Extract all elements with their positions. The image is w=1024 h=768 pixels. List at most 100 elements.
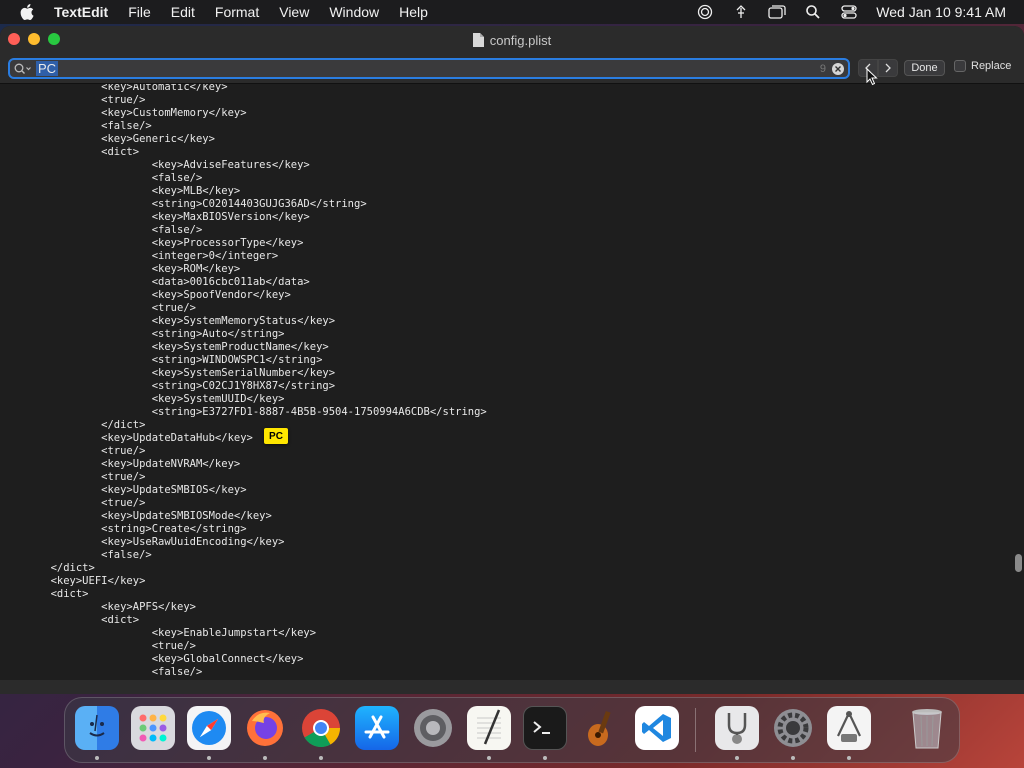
textedit-icon[interactable] [467, 706, 511, 750]
code-line[interactable]: <key>SystemMemoryStatus</key> [0, 315, 1000, 328]
code-line[interactable]: <string>C02CJ1Y8HX87</string> [0, 380, 1000, 393]
code-line[interactable]: <true/> [0, 497, 1000, 510]
code-line[interactable]: <key>EnableJumpstart</key> [0, 627, 1000, 640]
code-line[interactable]: <dict> [0, 588, 1000, 601]
code-line[interactable]: <key>GlobalConnect</key> [0, 653, 1000, 666]
code-line[interactable]: <key>SystemUUID</key> [0, 393, 1000, 406]
code-line[interactable]: <integer>0</integer> [0, 250, 1000, 263]
find-match-highlight: PC [264, 428, 288, 444]
screen-mirror-icon[interactable] [768, 3, 786, 21]
menu-view[interactable]: View [279, 4, 309, 20]
menu-bar: TextEdit File Edit Format View Window He… [0, 0, 1024, 24]
find-search-value[interactable]: PC [36, 61, 59, 76]
mouse-pointer-icon [866, 67, 878, 91]
code-line[interactable]: <false/> [0, 120, 1000, 133]
zoom-window-button[interactable] [48, 33, 60, 45]
code-line[interactable]: <key>SystemSerialNumber</key> [0, 367, 1000, 380]
system-information-icon[interactable] [411, 706, 455, 750]
replace-checkbox[interactable] [954, 60, 966, 72]
code-line[interactable]: <key>ProcessorType</key> [0, 237, 1000, 250]
next-match-button[interactable] [878, 59, 898, 77]
done-button[interactable]: Done [904, 60, 945, 76]
menu-format[interactable]: Format [215, 4, 259, 20]
code-line[interactable]: <key>Automatic</key> [0, 84, 1000, 94]
code-line[interactable]: <key>Generic</key> [0, 133, 1000, 146]
code-line[interactable]: <dict> [0, 614, 1000, 627]
window-title: config.plist [472, 33, 551, 48]
code-line[interactable]: <key>UpdateSMBIOSMode</key> [0, 510, 1000, 523]
plist-text[interactable]: <key>Automatic</key> <true/> <key>Custom… [0, 84, 1000, 680]
code-line[interactable]: <true/> [0, 640, 1000, 653]
code-line[interactable]: <key>SpoofVendor</key> [0, 289, 1000, 302]
code-line[interactable]: <key>UseRawUuidEncoding</key> [0, 536, 1000, 549]
propertree-icon[interactable] [827, 706, 871, 750]
apple-icon[interactable] [18, 3, 36, 21]
code-line[interactable]: <key>ROM</key> [0, 263, 1000, 276]
title-bar[interactable]: config.plist [0, 26, 1024, 54]
replace-toggle[interactable]: Replace [954, 60, 1011, 72]
code-line[interactable]: <string>E3727FD1-8887-4B5B-9504-1750994A… [0, 406, 1000, 419]
menu-help[interactable]: Help [399, 4, 428, 20]
code-line[interactable]: <true/> [0, 302, 1000, 315]
chrome-icon[interactable] [299, 706, 343, 750]
system-settings-icon[interactable] [771, 706, 815, 750]
code-line[interactable]: <key>APFS</key> [0, 601, 1000, 614]
spotlight-search-icon[interactable] [804, 3, 822, 21]
code-line[interactable]: <true/> [0, 445, 1000, 458]
code-line[interactable]: <false/> [0, 549, 1000, 562]
code-line[interactable]: <string>WINDOWSPC1</string> [0, 354, 1000, 367]
code-line[interactable]: <key>UpdateDataHub</key> [0, 432, 1000, 445]
code-line[interactable]: <key>AdviseFeatures</key> [0, 159, 1000, 172]
code-line[interactable]: <string>Create</string> [0, 523, 1000, 536]
menu-file[interactable]: File [128, 4, 151, 20]
code-line[interactable]: <key>CustomMemory</key> [0, 107, 1000, 120]
code-line[interactable]: <true/> [0, 471, 1000, 484]
window-controls [8, 33, 68, 45]
code-line[interactable]: <key>UEFI</key> [0, 575, 1000, 588]
code-line[interactable]: <false/> [0, 666, 1000, 679]
clear-search-icon[interactable] [832, 63, 844, 75]
vscode-icon[interactable] [635, 706, 679, 750]
menu-window[interactable]: Window [329, 4, 379, 20]
code-line[interactable]: <key>UpdateNVRAM</key> [0, 458, 1000, 471]
garageband-icon[interactable] [579, 706, 623, 750]
code-line[interactable]: <key>UpdateSMBIOS</key> [0, 484, 1000, 497]
safari-icon[interactable] [187, 706, 231, 750]
code-line[interactable]: <false/> [0, 172, 1000, 185]
code-line[interactable]: </dict> [0, 419, 1000, 432]
running-indicator [847, 756, 851, 760]
code-line[interactable]: <key>SystemProductName</key> [0, 341, 1000, 354]
trash-icon[interactable] [905, 706, 949, 750]
vertical-scrollbar[interactable] [1015, 554, 1022, 572]
menu-edit[interactable]: Edit [171, 4, 195, 20]
close-window-button[interactable] [8, 33, 20, 45]
replace-label: Replace [971, 60, 1012, 72]
control-center-icon[interactable] [840, 3, 858, 21]
code-line[interactable]: <data>0016cbc011ab</data> [0, 276, 1000, 289]
menu-app-name[interactable]: TextEdit [54, 4, 108, 20]
launchpad-icon[interactable] [131, 706, 175, 750]
minimize-window-button[interactable] [28, 33, 40, 45]
text-editor[interactable]: <key>Automatic</key> <true/> <key>Custom… [0, 84, 1024, 680]
window-bottom-edge [0, 680, 1024, 694]
app-store-icon[interactable] [355, 706, 399, 750]
disk-utility-icon[interactable] [715, 706, 759, 750]
code-line[interactable]: </dict> [0, 562, 1000, 575]
search-icon[interactable] [14, 63, 34, 75]
code-line[interactable]: <key>MaxBIOSVersion</key> [0, 211, 1000, 224]
firefox-icon[interactable] [243, 706, 287, 750]
find-search-field[interactable]: PC 9 [8, 58, 850, 79]
code-line[interactable]: <string>C02014403GUJG36AD</string> [0, 198, 1000, 211]
focus-icon[interactable] [696, 3, 714, 21]
document-icon [472, 33, 484, 47]
menu-clock[interactable]: Wed Jan 10 9:41 AM [876, 4, 1006, 20]
code-line[interactable]: <key>MLB</key> [0, 185, 1000, 198]
terminal-icon[interactable] [523, 706, 567, 750]
finder-icon[interactable] [75, 706, 119, 750]
wifi-icon[interactable] [732, 3, 750, 21]
code-line[interactable]: <true/> [0, 94, 1000, 107]
code-line[interactable]: <dict> [0, 146, 1000, 159]
code-line[interactable]: <string>Auto</string> [0, 328, 1000, 341]
code-line[interactable]: <false/> [0, 224, 1000, 237]
running-indicator [263, 756, 267, 760]
